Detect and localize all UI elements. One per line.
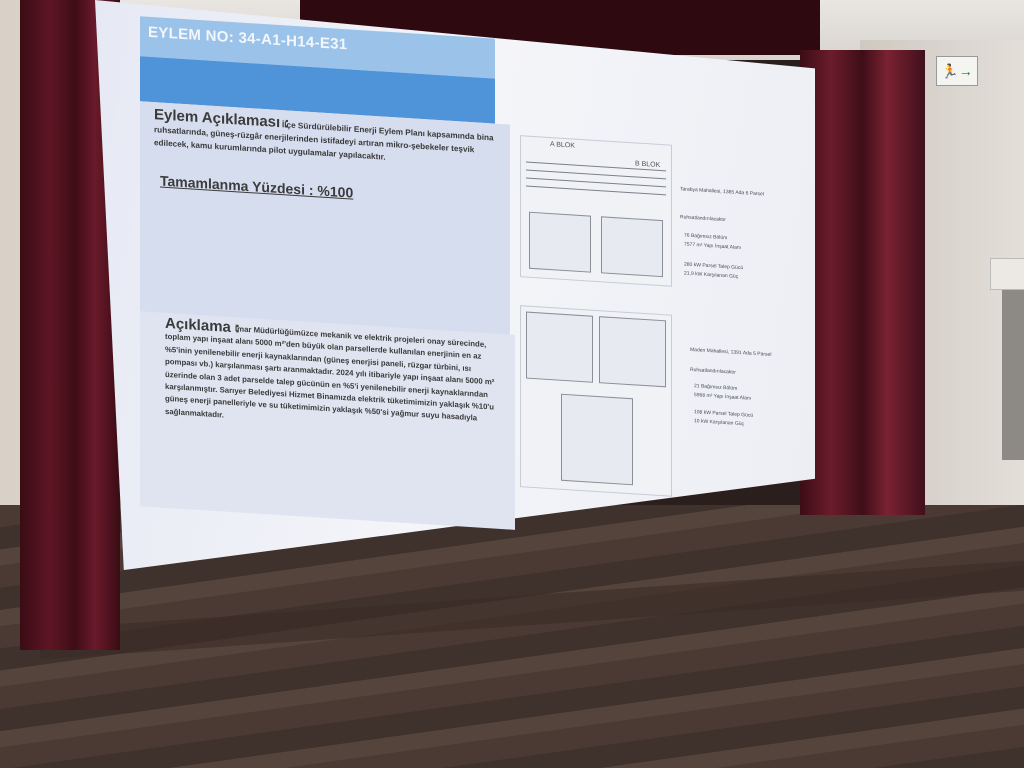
side-info-top-title: Tarabya Mahallesi, 1385 Ada 6 Parsel (680, 186, 764, 198)
right-curtain (800, 50, 925, 515)
building-plan-bottom (520, 305, 672, 497)
exit-running-man-icon: 🏃→ (936, 56, 978, 86)
wall-panel (990, 258, 1024, 290)
equipment-rack (1002, 290, 1024, 460)
projected-slide: EYLEM NO: 34-A1-H14-E31 Eylem Açıklaması… (120, 10, 800, 593)
side-info-bottom-item: 5968 m² Yapı İnşaat Alanı (694, 392, 752, 402)
side-info-top-sub: Ruhsatlandırılacaktır (680, 214, 726, 224)
side-info-top-item: 7577 m² Yapı İnşaat Alanı (684, 241, 742, 252)
plan-label-a-blok: A BLOK (550, 141, 575, 150)
building-plan-top (520, 135, 672, 287)
side-info-bottom-title: Maden Mahallesi, 1391 Ada 5 Parsel (690, 346, 772, 358)
side-info-bottom-sub: Ruhsatlandırılacaktır (690, 366, 736, 376)
